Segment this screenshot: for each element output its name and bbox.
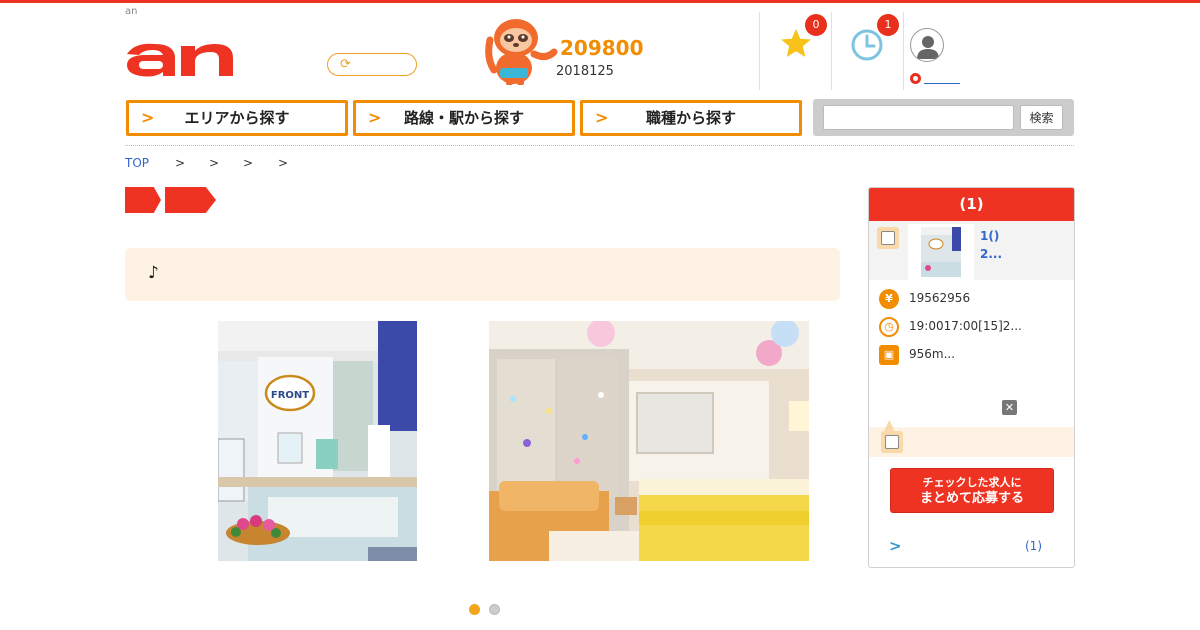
chevron-right-icon: > (141, 108, 155, 127)
checked-jobs-title: (1) (869, 188, 1074, 221)
header-divider (831, 12, 832, 90)
apply-button-line2: まとめて応募する (919, 491, 1024, 506)
user-avatar-icon[interactable] (910, 28, 944, 62)
clock-icon: ◷ (879, 317, 899, 337)
header-divider (903, 12, 904, 90)
select-all-checkbox[interactable] (885, 435, 899, 449)
select-all-row: ▲ (869, 417, 1074, 457)
login-link-underline (924, 83, 960, 84)
history-count-badge: 1 (877, 14, 899, 36)
train-icon: ▣ (879, 345, 899, 365)
search-by-route-label: 路線・駅から探す (403, 109, 524, 127)
favorites-button[interactable]: 0 (767, 14, 831, 76)
front-desk-photo: FRONT (218, 321, 417, 561)
carousel-dot[interactable] (489, 604, 500, 615)
login-link[interactable] (910, 72, 962, 86)
site-small-label: an (125, 6, 138, 17)
search-by-area-button[interactable]: > エリアから探す (126, 100, 348, 136)
carousel-dot-active[interactable] (469, 604, 480, 615)
breadcrumb-separator: > (278, 156, 289, 170)
refresh-button[interactable]: ⟳ (327, 53, 417, 76)
sloth-mascot (485, 19, 558, 85)
favorites-count-badge: 0 (805, 14, 827, 36)
checked-job-title[interactable]: 1() 2... (980, 227, 1002, 263)
yen-icon: ¥ (879, 289, 899, 309)
checked-job-title-line2: 2... (980, 247, 1003, 261)
an-logo[interactable] (125, 38, 257, 78)
apply-button-line1: チェックした求人に (922, 476, 1022, 489)
view-checked-jobs-link[interactable]: > (1) (889, 537, 1054, 556)
keyword-search-box: 検索 (813, 99, 1074, 136)
chevron-right-icon: > (595, 108, 609, 127)
search-by-area-label: エリアから探す (184, 109, 290, 127)
hours-text: 19:0017:00[15]2... (909, 319, 1022, 333)
salary-text: 19562956 (909, 291, 971, 305)
history-button[interactable]: 1 (839, 14, 903, 76)
checked-jobs-count: (1) (1025, 539, 1042, 553)
job-catchcopy-text: ♪ (148, 263, 159, 283)
refresh-icon: ⟳ (340, 57, 351, 72)
checked-job-item: 1() 2... (869, 221, 1074, 280)
person-icon (917, 36, 939, 59)
breadcrumb: TOP > > > > (125, 156, 288, 172)
search-by-job-type-label: 職種から探す (645, 109, 736, 127)
clock-icon (851, 29, 883, 61)
divider (125, 145, 1074, 146)
total-job-count: 209800 (560, 36, 644, 60)
job-checkbox[interactable] (881, 231, 895, 245)
breadcrumb-separator: > (209, 156, 220, 170)
checked-job-title-line1: 1() (980, 229, 1000, 243)
top-accent-bar (0, 0, 1200, 3)
front-sign-text: FRONT (271, 390, 309, 401)
breadcrumb-top-link[interactable]: TOP (125, 156, 149, 170)
chevron-right-icon: > (889, 537, 902, 555)
keyword-search-input[interactable] (823, 105, 1014, 130)
job-tag (165, 187, 216, 213)
job-thumbnail[interactable] (908, 224, 974, 280)
select-all-checkbox-wrap (881, 431, 903, 453)
room-photo (489, 321, 809, 561)
search-button[interactable]: 検索 (1020, 105, 1063, 130)
breadcrumb-separator: > (175, 156, 186, 170)
search-by-route-button[interactable]: > 路線・駅から探す (353, 100, 575, 136)
status-dot-icon (910, 73, 921, 84)
search-by-job-type-button[interactable]: > 職種から探す (580, 100, 802, 136)
breadcrumb-separator: > (243, 156, 254, 170)
job-tag (125, 187, 161, 213)
access-text: 956m... (909, 347, 956, 361)
apply-checked-button[interactable]: チェックした求人に まとめて応募する (890, 468, 1054, 513)
update-date: 2018125 (556, 64, 614, 79)
close-icon[interactable]: ✕ (1002, 400, 1017, 415)
chevron-right-icon: > (368, 108, 382, 127)
job-checkbox-wrap (877, 227, 899, 249)
checked-jobs-panel: (1) 1() 2... ¥ 19562956 ◷ 19:0017:00[15]… (868, 187, 1075, 568)
job-catchcopy-box: ♪ (125, 248, 840, 301)
header-divider (759, 12, 760, 90)
